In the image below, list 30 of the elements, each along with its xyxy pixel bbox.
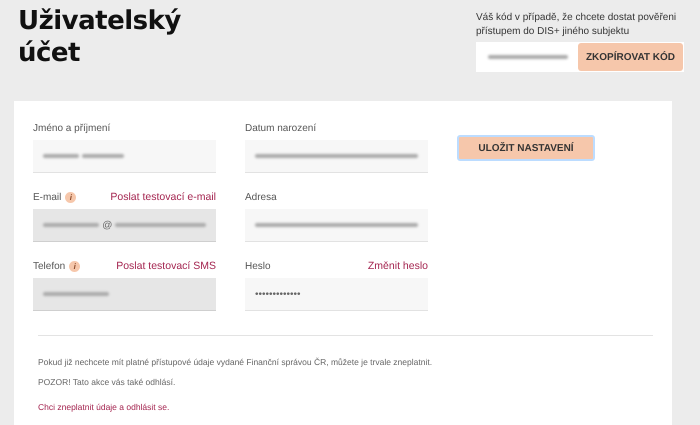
page-title: Uživatelský účet bbox=[18, 5, 182, 70]
field-value: ••••••••••••• bbox=[255, 288, 301, 300]
input-field[interactable]: ••••••••••••• bbox=[245, 278, 428, 311]
info-icon[interactable]: i bbox=[65, 192, 76, 202]
notice-text: POZOR! Tato akce vás také odhlásí. bbox=[38, 377, 176, 387]
input-field[interactable] bbox=[33, 140, 216, 173]
deactivate-link[interactable]: Chci zneplatnit údaje a odhlásit se. bbox=[38, 402, 170, 412]
field-label: E-mail bbox=[33, 192, 62, 202]
action-link[interactable]: Poslat testovací e-mail bbox=[110, 191, 216, 203]
input-field[interactable] bbox=[245, 209, 428, 242]
redacted-value bbox=[82, 154, 124, 158]
input-field[interactable]: @ bbox=[33, 209, 216, 242]
save-button[interactable]: ULOŽIT NASTAVENÍ bbox=[457, 135, 595, 161]
redacted-value bbox=[43, 223, 100, 227]
input-field[interactable] bbox=[245, 140, 428, 173]
action-link[interactable]: Změnit heslo bbox=[368, 260, 428, 272]
copy-code-button[interactable]: ZKOPÍROVAT KÓD bbox=[578, 43, 683, 71]
code-hint: Váš kód v případě, že chcete dostat pověřeni přístupem do DIS+ jiného subjektu bbox=[476, 11, 678, 39]
redacted-value bbox=[43, 154, 79, 158]
input-field[interactable] bbox=[33, 278, 216, 311]
redacted-value bbox=[43, 292, 109, 296]
field-label: Adresa bbox=[245, 192, 277, 202]
field-label: Datum narození bbox=[245, 122, 316, 134]
info-icon[interactable]: i bbox=[69, 260, 80, 272]
field-label: Telefon bbox=[33, 260, 66, 272]
notice-text: Pokud již nechcete mít platné přístupové údaje vydané Finanční správou ČR, můžete je trvale zneplatnit. bbox=[38, 357, 434, 367]
field-value: @ bbox=[102, 220, 112, 230]
action-link[interactable]: Poslat testovací SMS bbox=[116, 260, 216, 272]
field-label: Heslo bbox=[245, 260, 271, 272]
field-label: Jméno a příjmení bbox=[33, 122, 110, 134]
